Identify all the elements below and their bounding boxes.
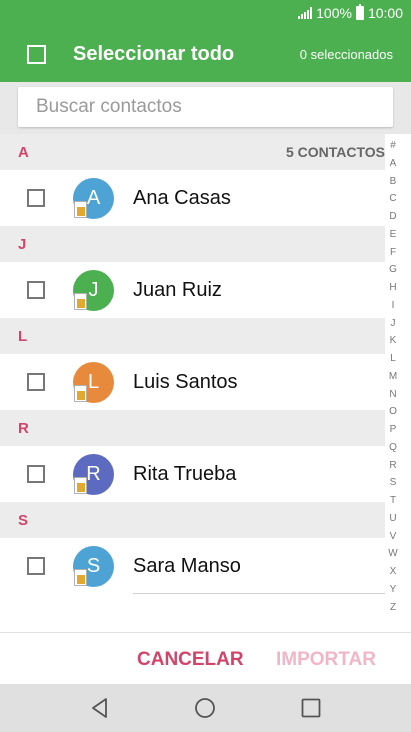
index-letter[interactable]: K	[385, 332, 401, 350]
home-circle-icon[interactable]	[193, 696, 217, 720]
section-header-a: A 5 CONTACTOS	[0, 134, 385, 170]
index-letter[interactable]: #	[385, 137, 401, 155]
index-letter[interactable]: U	[385, 510, 401, 528]
battery-icon	[355, 4, 364, 20]
contact-row[interactable]: L Luis Santos	[0, 354, 385, 410]
search-input[interactable]	[18, 87, 393, 127]
index-letter[interactable]: I	[385, 297, 401, 315]
section-header-r: R	[0, 410, 385, 446]
index-letter[interactable]: X	[385, 563, 401, 581]
selected-count: 0 seleccionados	[299, 47, 393, 62]
contact-name: Ana Casas	[133, 187, 231, 209]
section-letter: S	[18, 512, 29, 529]
index-letter[interactable]: Y	[385, 581, 401, 599]
index-letter[interactable]: C	[385, 190, 401, 208]
section-letter: L	[18, 328, 28, 345]
index-letter[interactable]: D	[385, 208, 401, 226]
status-bar: 100% 10:00	[0, 0, 411, 28]
contact-checkbox[interactable]	[27, 189, 45, 207]
index-letter[interactable]: M	[385, 368, 401, 386]
index-letter[interactable]: G	[385, 261, 401, 279]
recents-square-icon[interactable]	[299, 696, 323, 720]
status-indicators: 100% 10:00	[298, 4, 403, 21]
signal-icon	[298, 7, 313, 19]
index-letter[interactable]: Q	[385, 439, 401, 457]
battery-percentage: 100%	[316, 5, 352, 21]
contact-name: Juan Ruiz	[133, 279, 222, 301]
contacts-count: 5 CONTACTOS	[285, 144, 385, 160]
sim-card-icon	[74, 293, 87, 310]
index-letter[interactable]: V	[385, 528, 401, 546]
action-bar: CANCELAR IMPORTAR	[0, 632, 411, 684]
sim-card-icon	[74, 477, 87, 494]
row-divider	[133, 593, 385, 594]
index-letter[interactable]: J	[385, 315, 401, 333]
index-letter[interactable]: A	[385, 155, 401, 173]
section-header-l: L	[0, 318, 385, 354]
contact-checkbox[interactable]	[27, 281, 45, 299]
index-letter[interactable]: Z	[385, 599, 401, 617]
index-letter[interactable]: N	[385, 386, 401, 404]
toolbar: Seleccionar todo 0 seleccionados	[0, 28, 411, 82]
contact-name: Luis Santos	[133, 371, 238, 393]
alphabet-index[interactable]: # A B C D E F G H I J K L M N O P Q R S T U V W X Y Z	[385, 137, 401, 616]
contact-name: Sara Manso	[133, 555, 241, 577]
section-header-j: J	[0, 226, 385, 262]
index-letter[interactable]: W	[385, 545, 401, 563]
select-all-checkbox[interactable]	[27, 45, 46, 64]
contact-list: A 5 CONTACTOS A Ana Casas J J Juan Ruiz L L Luis …	[0, 134, 385, 594]
cancel-button[interactable]: CANCELAR	[137, 649, 244, 671]
index-letter[interactable]: F	[385, 244, 401, 262]
navigation-bar	[0, 684, 411, 732]
contact-checkbox[interactable]	[27, 465, 45, 483]
contact-row[interactable]: J Juan Ruiz	[0, 262, 385, 318]
sim-card-icon	[74, 201, 87, 218]
contact-row[interactable]: A Ana Casas	[0, 170, 385, 226]
search-area	[0, 82, 411, 134]
section-header-s: S	[0, 502, 385, 538]
index-letter[interactable]: O	[385, 403, 401, 421]
clock: 10:00	[367, 5, 403, 21]
contact-checkbox[interactable]	[27, 557, 45, 575]
sim-card-icon	[74, 385, 87, 402]
import-button[interactable]: IMPORTAR	[276, 649, 376, 671]
index-letter[interactable]: S	[385, 474, 401, 492]
sim-card-icon	[74, 569, 87, 586]
contact-checkbox[interactable]	[27, 373, 45, 391]
index-letter[interactable]: E	[385, 226, 401, 244]
index-letter[interactable]: H	[385, 279, 401, 297]
contact-row[interactable]: S Sara Manso	[0, 538, 385, 594]
section-letter: A	[18, 144, 29, 161]
section-letter: R	[18, 420, 29, 437]
search-box	[18, 87, 393, 127]
index-letter[interactable]: L	[385, 350, 401, 368]
index-letter[interactable]: R	[385, 457, 401, 475]
index-letter[interactable]: T	[385, 492, 401, 510]
contact-row[interactable]: R Rita Trueba	[0, 446, 385, 502]
select-all-label[interactable]: Seleccionar todo	[73, 43, 234, 66]
contact-name: Rita Trueba	[133, 463, 237, 485]
section-letter: J	[18, 236, 27, 253]
index-letter[interactable]: P	[385, 421, 401, 439]
index-letter[interactable]: B	[385, 173, 401, 191]
back-triangle-icon[interactable]	[88, 696, 112, 720]
